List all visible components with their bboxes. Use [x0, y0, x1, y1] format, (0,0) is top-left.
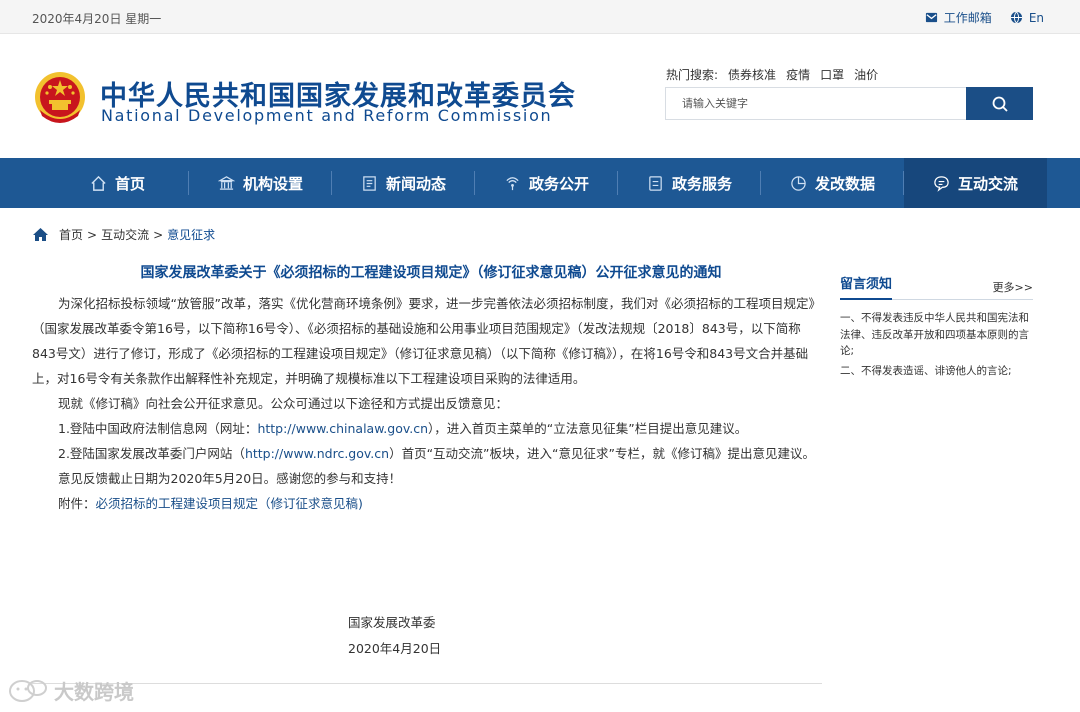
breadcrumb-separator: >	[153, 227, 164, 242]
nav-item-organization[interactable]: 机构设置	[189, 158, 332, 208]
article-paragraph: 1.登陆中国政府法制信息网（网址：http://www.chinalaw.gov…	[32, 416, 822, 441]
more-link[interactable]: 更多>>	[993, 279, 1033, 295]
paragraph-text: 1.登陆中国政府法制信息网（网址：	[58, 421, 258, 436]
nav-item-services[interactable]: 政务服务	[618, 158, 761, 208]
nav-item-news[interactable]: 新闻动态	[332, 158, 475, 208]
search-box	[665, 87, 1033, 120]
hot-search-item[interactable]: 债券核准	[728, 66, 776, 83]
paragraph-text: ）首页“互动交流”板块，进入“意见征求”专栏，就《修订稿》提出意见建议。	[389, 446, 815, 461]
nav-label: 新闻动态	[385, 174, 446, 193]
article-title: 国家发展改革委关于《必须招标的工程建设项目规定》（修订征求意见稿）公开征求意见的…	[140, 265, 722, 281]
top-links: 工作邮箱 En	[925, 9, 1044, 26]
work-mail-link[interactable]: 工作邮箱	[925, 9, 992, 26]
wechat-logo-icon	[9, 679, 47, 702]
signature-org: 国家发展改革委	[348, 615, 436, 630]
site-title-en[interactable]: National Development and Reform Commissi…	[101, 106, 552, 125]
nav-item-home[interactable]: 首页	[46, 158, 189, 208]
attachment-label: 附件：	[58, 496, 96, 511]
article-paragraph: 意见反馈截止日期为2020年5月20日。感谢您的参与和支持！	[58, 471, 402, 486]
site-header: 中华人民共和国国家发展和改革委员会 National Development a…	[0, 34, 1080, 158]
signature-date: 2020年4月20日	[348, 641, 442, 656]
pie-chart-icon	[791, 175, 806, 191]
nav-label: 首页	[114, 174, 145, 193]
service-icon	[649, 175, 662, 191]
breadcrumb-current[interactable]: 意见征求	[167, 226, 215, 243]
paragraph-text: 2.登陆国家发展改革委门户网站（	[58, 446, 245, 461]
breadcrumb: 首页 > 互动交流 > 意见征求	[32, 226, 215, 243]
nav-label: 发改数据	[814, 174, 875, 193]
home-icon	[91, 175, 106, 191]
watermark: 大数跨境	[8, 676, 134, 705]
english-label: En	[1028, 10, 1044, 25]
english-link[interactable]: En	[1010, 9, 1044, 26]
building-icon	[217, 175, 235, 190]
breadcrumb-home[interactable]: 首页	[59, 226, 83, 243]
chat-icon	[934, 175, 949, 192]
signal-icon	[506, 176, 519, 190]
article-paragraph: 2.登陆国家发展改革委门户网站（http://www.ndrc.gov.cn）首…	[32, 441, 822, 466]
home-icon	[33, 228, 48, 241]
nav-item-interaction[interactable]: 互动交流	[904, 158, 1047, 208]
sidebar-title: 留言须知	[840, 274, 893, 300]
news-icon	[363, 175, 376, 191]
divider	[32, 683, 822, 684]
hot-search: 热门搜索: 债券核准 疫情 口罩 油价	[666, 66, 878, 83]
hot-search-label: 热门搜索:	[666, 68, 719, 82]
globe-icon	[1010, 11, 1022, 24]
nav-label: 互动交流	[957, 174, 1018, 193]
work-mail-label: 工作邮箱	[943, 11, 992, 25]
breadcrumb-section[interactable]: 互动交流	[101, 226, 149, 243]
hot-search-item[interactable]: 疫情	[786, 66, 810, 83]
article-paragraph: 为深化招标投标领域“放管服”改革，落实《优化营商环境条例》要求，进一步完善依法必…	[32, 296, 821, 386]
top-bar: 2020年4月20日 星期一 工作邮箱 En	[0, 0, 1080, 34]
sidebar-header: 留言须知 更多>>	[840, 274, 1033, 300]
mail-icon	[925, 12, 937, 23]
watermark-text: 大数跨境	[54, 680, 134, 704]
search-input[interactable]	[666, 88, 966, 119]
current-date: 2020年4月20日 星期一	[32, 12, 162, 26]
national-emblem-icon	[35, 72, 85, 123]
attachment-link[interactable]: 必须招标的工程建设项目规定（修订征求意见稿)	[96, 496, 363, 511]
paragraph-text: ），进入首页主菜单的“立法意见征集”栏目提出意见建议。	[428, 421, 748, 436]
main-nav: 首页 机构设置 新闻动态 政务公开 政务服务 发改数据 互动交流	[0, 158, 1080, 208]
search-icon	[992, 96, 1008, 112]
notice-item: 一、不得发表违反中华人民共和国宪法和法律、违反改革开放和四项基本原则的言论;	[840, 312, 1029, 357]
hot-search-item[interactable]: 口罩	[820, 66, 844, 83]
nav-item-data[interactable]: 发改数据	[761, 158, 904, 208]
ndrc-link[interactable]: http://www.ndrc.gov.cn	[245, 446, 389, 461]
article: 国家发展改革委关于《必须招标的工程建设项目规定》（修订征求意见稿）公开征求意见的…	[32, 262, 822, 516]
notice-item: 二、不得发表造谣、诽谤他人的言论;	[840, 364, 1012, 377]
nav-item-government-affairs[interactable]: 政务公开	[475, 158, 618, 208]
nav-label: 机构设置	[242, 174, 303, 193]
nav-label: 政务公开	[528, 174, 589, 193]
hot-search-item[interactable]: 油价	[854, 66, 878, 83]
chinalaw-link[interactable]: http://www.chinalaw.gov.cn	[257, 421, 428, 436]
article-paragraph: 现就《修订稿》向社会公开征求意见。公众可通过以下途径和方式提出反馈意见：	[58, 396, 509, 411]
attachment-line: 附件：必须招标的工程建设项目规定（修订征求意见稿)	[32, 491, 822, 516]
notice-sidebar: 留言须知 更多>> 一、不得发表违反中华人民共和国宪法和法律、违反改革开放和四项…	[840, 274, 1033, 379]
search-button[interactable]	[966, 87, 1033, 120]
breadcrumb-separator: >	[87, 227, 98, 242]
nav-label: 政务服务	[671, 174, 732, 193]
